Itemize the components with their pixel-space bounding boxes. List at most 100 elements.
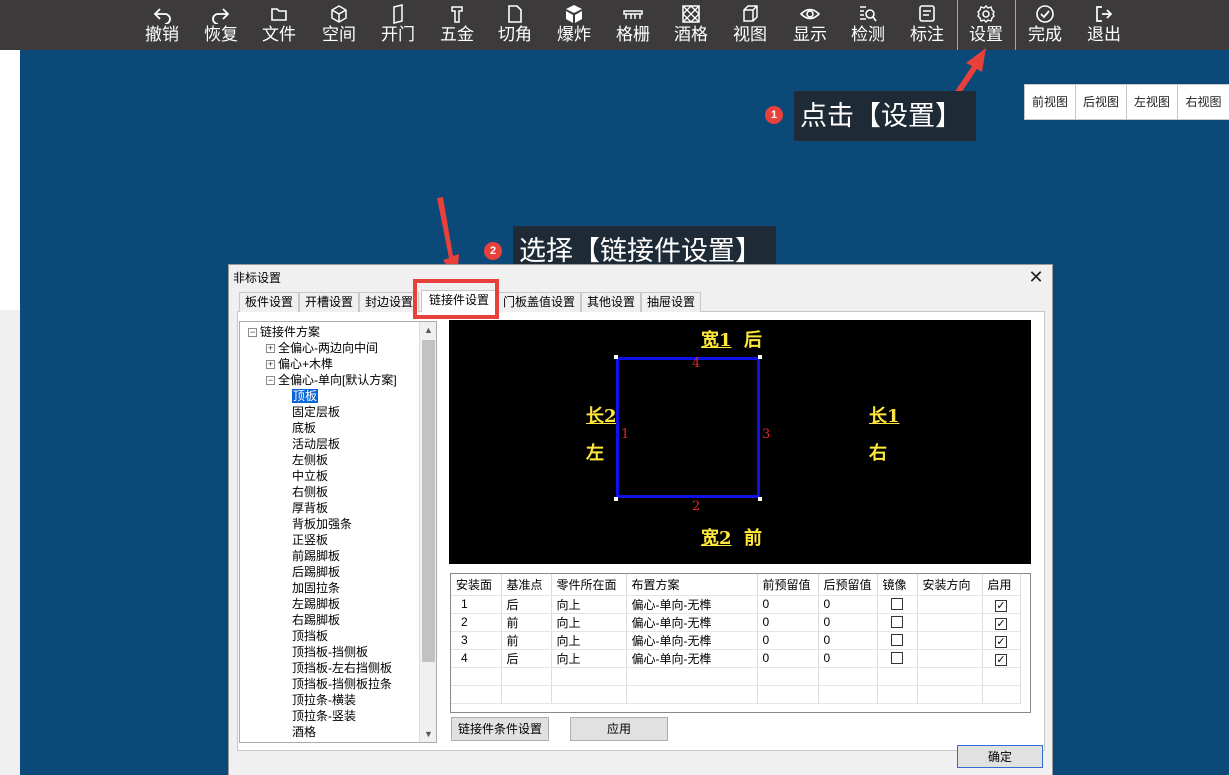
tab-board-settings[interactable]: 板件设置 (239, 292, 299, 312)
grid-cell-side[interactable]: 向上 (551, 649, 627, 668)
tree-item[interactable]: 前踢脚板 (292, 548, 340, 564)
grid-cell-front[interactable]: 0 (757, 631, 819, 650)
grid-cell-side[interactable]: 向上 (551, 631, 627, 650)
connector-scheme-tree[interactable]: − 链接件方案 + 全偏心-两边向中间 + 偏心+木榫 − 全偏心-单向[默认方案] 顶… (239, 321, 437, 743)
grid-cell-face[interactable]: 4 (451, 649, 502, 668)
col-install-face[interactable]: 安装面 (451, 574, 502, 596)
tree-item[interactable]: 顶挡板-左右挡侧板 (292, 660, 392, 676)
grid-cell-plan[interactable]: 偏心-单向-无榫 (626, 649, 758, 668)
tree-scrollbar[interactable]: ▲ ▼ (419, 322, 436, 742)
close-icon[interactable]: ✕ (1026, 267, 1046, 288)
scroll-down-icon[interactable]: ▼ (420, 726, 436, 742)
connector-condition-button[interactable]: 链接件条件设置 (451, 717, 549, 741)
tree-item[interactable]: 中立板 (292, 468, 328, 484)
grid-cell-ref[interactable]: 前 (501, 613, 552, 632)
grid-cell-back[interactable]: 0 (818, 613, 878, 632)
mirror-checkbox[interactable] (891, 616, 904, 628)
scroll-thumb[interactable] (422, 340, 435, 662)
toolbar-button[interactable]: 空间 (311, 0, 367, 50)
ok-button[interactable]: 确定 (957, 745, 1043, 768)
tree-item[interactable]: 正竖板 (292, 532, 328, 548)
grid-cell-front[interactable]: 0 (757, 613, 819, 632)
grid-cell-ref[interactable]: 后 (501, 649, 552, 668)
grid-cell-plan[interactable]: 偏心-单向-无榫 (626, 631, 758, 650)
toolbar-button[interactable]: 爆炸 (546, 0, 602, 50)
left-view-button[interactable]: 左视图 (1127, 85, 1178, 119)
toolbar-button[interactable]: 切角 (487, 0, 543, 50)
toolbar-button[interactable]: 五金 (429, 0, 485, 50)
tree-item[interactable]: 顶板 (292, 388, 319, 404)
back-view-button[interactable]: 后视图 (1076, 85, 1127, 119)
grid-cell-ref[interactable]: 后 (501, 595, 552, 614)
tree-item[interactable]: 左踢脚板 (292, 596, 340, 612)
tree-item[interactable]: 固定层板 (292, 404, 340, 420)
col-front-reserve[interactable]: 前预留值 (757, 574, 819, 596)
grid-cell-direction[interactable] (917, 631, 983, 650)
front-view-button[interactable]: 前视图 (1025, 85, 1076, 119)
grid-cell-side[interactable]: 向上 (551, 595, 627, 614)
col-enabled[interactable]: 启用 (982, 574, 1021, 596)
enabled-checkbox[interactable]: ✓ (995, 618, 1008, 630)
tab-door-overlay-settings[interactable]: 门板盖值设置 (497, 292, 581, 312)
enabled-checkbox[interactable]: ✓ (995, 654, 1008, 666)
grid-cell-face[interactable]: 1 (451, 595, 502, 614)
right-view-button[interactable]: 右视图 (1178, 85, 1229, 119)
grid-cell-face[interactable]: 3 (451, 631, 502, 650)
table-row[interactable]: 4 后向上 偏心-单向-无榫 0 0 ✓ (451, 649, 1021, 668)
col-layout-plan[interactable]: 布置方案 (626, 574, 758, 596)
toolbar-button[interactable]: 完成 (1017, 0, 1073, 50)
toolbar-button[interactable]: 退出 (1076, 0, 1132, 50)
tree-group[interactable]: + 全偏心-两边向中间 (266, 340, 378, 356)
table-row[interactable]: 1 后向上 偏心-单向-无榫 0 0 ✓ (451, 595, 1021, 614)
grid-cell-direction[interactable] (917, 595, 983, 614)
tree-item[interactable]: 顶挡板-挡侧板 (292, 644, 368, 660)
grid-cell-plan[interactable]: 偏心-单向-无榫 (626, 595, 758, 614)
mirror-checkbox[interactable] (891, 634, 904, 646)
grid-cell-back[interactable]: 0 (818, 649, 878, 668)
grid-cell-face[interactable]: 2 (451, 613, 502, 632)
tree-group[interactable]: + 偏心+木榫 (266, 356, 333, 372)
tab-drawer-settings[interactable]: 抽屉设置 (641, 292, 701, 312)
apply-button[interactable]: 应用 (570, 717, 668, 741)
toolbar-button[interactable]: 设置 (958, 0, 1014, 50)
tree-item[interactable]: 顶挡板-挡侧板拉条 (292, 676, 392, 692)
scroll-up-icon[interactable]: ▲ (420, 322, 436, 338)
toolbar-button[interactable]: 标注 (899, 0, 955, 50)
toolbar-button[interactable]: 恢复 (193, 0, 249, 50)
mirror-checkbox[interactable] (891, 652, 904, 664)
toolbar-button[interactable]: 酒格 (663, 0, 719, 50)
col-mirror[interactable]: 镜像 (877, 574, 918, 596)
col-ref-point[interactable]: 基准点 (501, 574, 552, 596)
table-row[interactable]: 2 前向上 偏心-单向-无榫 0 0 ✓ (451, 613, 1021, 632)
grid-cell-direction[interactable] (917, 649, 983, 668)
toolbar-button[interactable]: 显示 (782, 0, 838, 50)
toolbar-button[interactable]: 文件 (251, 0, 307, 50)
tree-item[interactable]: 厚背板 (292, 500, 328, 516)
grid-cell-direction[interactable] (917, 613, 983, 632)
toolbar-button[interactable]: 检测 (840, 0, 896, 50)
tree-item[interactable]: 后踢脚板 (292, 564, 340, 580)
toolbar-button[interactable]: 格栅 (605, 0, 661, 50)
tree-item[interactable]: 活动层板 (292, 436, 340, 452)
enabled-checkbox[interactable]: ✓ (995, 636, 1008, 648)
tab-edge-settings[interactable]: 封边设置 (359, 292, 419, 312)
tree-group[interactable]: − 全偏心-单向[默认方案] (266, 372, 397, 388)
mirror-checkbox[interactable] (891, 598, 904, 610)
toolbar-button[interactable]: 撤销 (134, 0, 190, 50)
tree-item[interactable]: 加固拉条 (292, 580, 340, 596)
tab-other-settings[interactable]: 其他设置 (581, 292, 641, 312)
enabled-checkbox[interactable]: ✓ (995, 600, 1008, 612)
grid-cell-side[interactable]: 向上 (551, 613, 627, 632)
tree-item[interactable]: 右侧板 (292, 484, 328, 500)
col-install-direction[interactable]: 安装方向 (917, 574, 983, 596)
grid-cell-plan[interactable]: 偏心-单向-无榫 (626, 613, 758, 632)
tree-item[interactable]: 顶拉条-竖装 (292, 708, 356, 724)
col-part-face[interactable]: 零件所在面 (551, 574, 627, 596)
toolbar-button[interactable]: 开门 (370, 0, 426, 50)
tree-item[interactable]: 左侧板 (292, 452, 328, 468)
tab-groove-settings[interactable]: 开槽设置 (299, 292, 359, 312)
tree-item[interactable]: 顶拉条-横装 (292, 692, 356, 708)
table-row[interactable]: 3 前向上 偏心-单向-无榫 0 0 ✓ (451, 631, 1021, 650)
tree-item[interactable]: 背板加强条 (292, 516, 352, 532)
grid-cell-front[interactable]: 0 (757, 595, 819, 614)
